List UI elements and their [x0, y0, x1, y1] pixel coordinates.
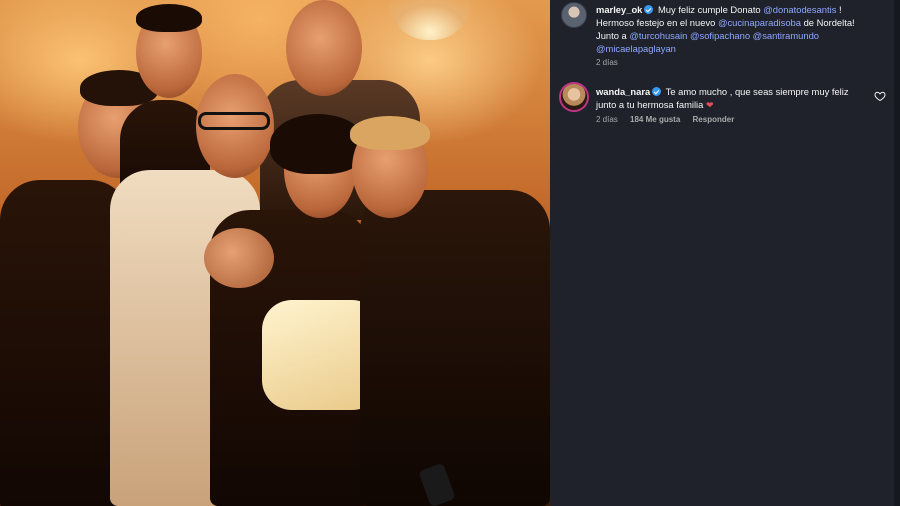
baby [204, 228, 274, 288]
post-caption: marley_ok Muy feliz cumple Donato @donat… [550, 0, 900, 80]
reply-button[interactable]: Responder [693, 115, 735, 124]
verified-badge-icon [652, 87, 662, 96]
mention-link[interactable]: @turcohusain [629, 30, 687, 41]
mention-link[interactable]: @cucinaparadisoba [718, 17, 801, 28]
caption-username[interactable]: marley_ok [596, 4, 642, 15]
comment-text: wanda_nara Te amo mucho , que seas siemp… [596, 85, 876, 112]
caption-text-5: Junto a [596, 30, 627, 41]
avatar[interactable] [561, 84, 587, 110]
mention-link[interactable]: @sofipachano [690, 30, 750, 41]
comment-time[interactable]: 2 días [596, 115, 618, 124]
comment-username[interactable]: wanda_nara [596, 86, 650, 97]
comments-panel: marley_ok Muy feliz cumple Donato @donat… [550, 0, 900, 506]
comment-text-2: junto a tu hermosa familia [596, 99, 704, 110]
caption-text-4: de Nordelta! [800, 17, 855, 28]
caption-text: marley_ok Muy feliz cumple Donato @donat… [596, 3, 876, 55]
caption-time[interactable]: 2 días [596, 58, 618, 67]
avatar[interactable] [561, 2, 587, 28]
heart-emoji: ❤ [705, 100, 714, 110]
caption-meta: 2 días [596, 58, 628, 67]
caption-text-1: Muy feliz cumple Donato [658, 4, 761, 15]
mention-link[interactable]: @micaelapaglayan [596, 43, 676, 54]
post-photo[interactable] [0, 0, 550, 506]
lamp-decoration [388, 0, 472, 40]
comment-meta: 2 días 184 Me gusta Responder [596, 115, 744, 124]
comment-likes[interactable]: 184 Me gusta [630, 115, 680, 124]
caption-text-3: Hermoso festejo en el nuevo [596, 17, 716, 28]
verified-badge-icon [644, 5, 654, 14]
mention-link[interactable]: @santiramundo [753, 30, 819, 41]
caption-text-2: ! [836, 4, 842, 15]
heart-outline-icon[interactable] [874, 90, 886, 102]
comment-item: wanda_nara Te amo mucho , que seas siemp… [550, 80, 900, 140]
mention-link[interactable]: @donatodesantis [763, 4, 836, 15]
comment-text-1: Te amo mucho , que seas siempre muy feli… [665, 86, 849, 97]
